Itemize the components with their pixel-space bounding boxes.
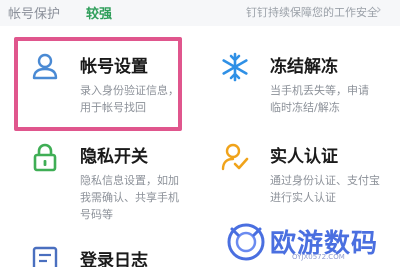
card-title: 隐私开关: [80, 147, 148, 167]
watermark-logo: 欧游数码 OYJX0572.COM: [226, 221, 400, 267]
card-freeze-unfreeze[interactable]: 冻结解冻 当手机丢失等，申请 临时冻结/解冻: [220, 52, 395, 122]
card-title: 实人认证: [270, 147, 338, 167]
snowflake-icon: [222, 52, 248, 82]
protection-level: 较强: [86, 7, 113, 22]
protection-desc: 钉钉持续保障您的工作安全: [246, 6, 378, 19]
lock-icon: [33, 143, 57, 172]
card-real-name-verification[interactable]: 实人认证 通过身份认证、支付宝 进行实人认证: [220, 142, 398, 212]
chevron-right-icon: ›: [376, 2, 382, 18]
watermark-url: OYJX0572.COM: [292, 253, 345, 261]
card-title: 冻结解冻: [270, 57, 338, 77]
card-login-log[interactable]: 登录日志: [30, 246, 190, 267]
card-privacy-switch[interactable]: 隐私开关 隐私信息设置，如加 我需确认、共享手机 号码等: [30, 142, 195, 222]
highlight-box: [14, 37, 182, 131]
verified-user-icon: [221, 143, 249, 171]
log-icon: [32, 246, 58, 267]
card-desc: 当手机丢失等，申请 临时冻结/解冻: [270, 84, 369, 114]
card-desc: 隐私信息设置，如加 我需确认、共享手机 号码等: [80, 174, 179, 221]
protection-label: 帐号保护: [8, 7, 61, 22]
card-desc: 通过身份认证、支付宝 进行实人认证: [270, 174, 380, 204]
watermark-emblem: [227, 223, 265, 261]
card-title: 登录日志: [80, 251, 148, 267]
account-protection-bar[interactable]: 帐号保护 较强 钉钉持续保障您的工作安全 ›: [0, 0, 400, 26]
